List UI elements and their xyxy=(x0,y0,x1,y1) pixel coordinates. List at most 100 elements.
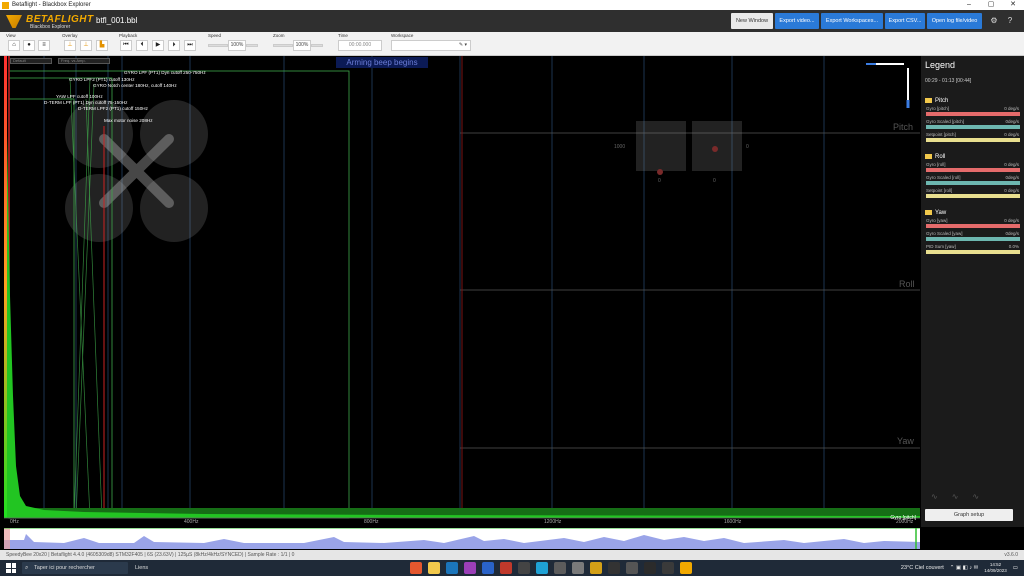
overlay-craft-icon[interactable]: ⊥ xyxy=(80,40,92,51)
spectrum-field-label: Gyro [pitch] xyxy=(890,515,916,521)
filter-label: GYRO Notch center 180Hz, cutoff 140Hz xyxy=(93,83,177,88)
close-button[interactable]: ✕ xyxy=(1002,0,1024,10)
log-timeline[interactable] xyxy=(4,528,920,549)
taskbar-news[interactable]: Liens xyxy=(135,560,148,576)
legend-tools[interactable]: ∿∿∿ xyxy=(931,492,993,501)
analyser-select-2[interactable]: Freq. vs Amp. xyxy=(58,58,110,64)
legend-item[interactable]: Gyro [yaw] 0 deg/s xyxy=(925,217,1020,230)
x-tick: 400Hz xyxy=(184,519,199,525)
explorer-icon[interactable] xyxy=(428,562,440,574)
app-icon[interactable] xyxy=(446,562,458,574)
open-log-button[interactable]: Open log file/video xyxy=(927,13,982,29)
app-icon[interactable] xyxy=(536,562,548,574)
legend-group-name: Roll xyxy=(935,153,946,160)
info-icon[interactable]: ● xyxy=(23,40,35,51)
legend-group-name: Pitch xyxy=(935,97,949,104)
stick-value: 0 xyxy=(713,178,716,184)
legend-group-pitch[interactable]: Pitch Gyro [pitch] 0 deg/s Gyro Scaled [p… xyxy=(925,96,1020,144)
overlay-sticks-icon[interactable]: ⊥ xyxy=(64,40,76,51)
betaflight-taskbar-icon[interactable] xyxy=(680,562,692,574)
step-forward-icon[interactable]: ⏵ xyxy=(168,40,180,51)
legend-item[interactable]: Gyro Scaled [roll] 0deg/s xyxy=(925,174,1020,187)
list-icon[interactable]: ≡ xyxy=(38,40,50,51)
play-icon[interactable]: ▶ xyxy=(152,40,164,51)
zoom-value[interactable]: 100% xyxy=(293,40,311,51)
app-icon[interactable] xyxy=(626,562,638,574)
spectrum-graph[interactable]: Default Freq. vs Amp. Arming beep begins… xyxy=(4,56,920,527)
app-icon[interactable] xyxy=(482,562,494,574)
speed-slider-track[interactable] xyxy=(246,44,258,47)
x-tick: 1600Hz xyxy=(724,519,742,525)
zoom-slider-track[interactable] xyxy=(311,44,323,47)
logo-subtitle: Blackbox Explorer xyxy=(30,24,71,30)
step-back-icon[interactable]: ⏴ xyxy=(136,40,148,51)
stick-value: 0 xyxy=(658,178,661,184)
app-icon[interactable] xyxy=(464,562,476,574)
legend-item[interactable]: PID Sum [yaw] 0.0% xyxy=(925,243,1020,256)
system-tray: 23°C Ciel couvert ⌃ ▣ ◧ ♪ ✉ 14:52 14/09/… xyxy=(901,560,1018,576)
legend-group-roll[interactable]: Roll Gyro [roll] 0 deg/s Gyro Scaled [rol… xyxy=(925,152,1020,200)
clock-date: 14/09/2023 xyxy=(984,568,1007,573)
betaflight-logo: BETAFLIGHT Blackbox Explorer xyxy=(6,13,93,30)
log-filename: btfl_001.bbl xyxy=(96,16,138,25)
minimize-button[interactable]: – xyxy=(958,0,980,10)
app-icon xyxy=(2,1,9,9)
taskbar-search[interactable]: ⌕ Taper ici pour rechercher xyxy=(22,562,128,574)
zoom-slider[interactable] xyxy=(273,44,293,47)
legend-group-yaw[interactable]: Yaw Gyro [yaw] 0 deg/s Gyro Scaled [yaw] 0… xyxy=(925,208,1020,256)
app-icon[interactable] xyxy=(590,562,602,574)
notification-icon[interactable]: ▭ xyxy=(1013,565,1018,571)
help-icon[interactable]: ? xyxy=(1004,15,1016,27)
speed-value[interactable]: 100% xyxy=(228,40,246,51)
home-icon[interactable]: ⌂ xyxy=(8,40,20,51)
overlay-label: Overlay xyxy=(62,33,78,38)
roll-label: Roll xyxy=(899,279,915,289)
legend-item[interactable]: Setpoint [roll] 0 deg/s xyxy=(925,187,1020,200)
legend-item[interactable]: Gyro [pitch] 0 deg/s xyxy=(925,105,1020,118)
app-icon[interactable] xyxy=(518,562,530,574)
legend-item[interactable]: Setpoint [pitch] 0 deg/s xyxy=(925,131,1020,144)
app-icon[interactable] xyxy=(608,562,620,574)
zoom-label: Zoom xyxy=(273,33,285,38)
chrome-icon[interactable] xyxy=(410,562,422,574)
legend-item[interactable]: Gyro Scaled [pitch] 0deg/s xyxy=(925,118,1020,131)
search-placeholder: Taper ici pour rechercher xyxy=(34,565,95,571)
folder-icon xyxy=(925,210,932,215)
overlay-analyser-icon[interactable]: ▙ xyxy=(96,40,108,51)
speed-slider[interactable] xyxy=(208,44,228,47)
window-controls: – ▢ ✕ xyxy=(958,0,1024,10)
jump-start-icon[interactable]: ⏮ xyxy=(120,40,132,51)
legend-panel: Legend 00:29 - 01:13 [00:44] Pitch Gyro … xyxy=(921,56,1024,527)
maximize-button[interactable]: ▢ xyxy=(980,0,1002,10)
new-window-button[interactable]: New Window xyxy=(731,13,773,29)
app-icon[interactable] xyxy=(554,562,566,574)
app-icon[interactable] xyxy=(500,562,512,574)
graph-setup-button[interactable]: Graph setup xyxy=(925,509,1013,521)
taskbar-apps xyxy=(410,562,692,574)
tray-icons[interactable]: ⌃ ▣ ◧ ♪ ✉ xyxy=(950,565,978,571)
weather-text[interactable]: 23°C Ciel couvert xyxy=(901,565,944,571)
app-icon[interactable] xyxy=(662,562,674,574)
time-label: Time xyxy=(338,33,348,38)
workspace-select[interactable]: ✎ ▾ xyxy=(391,40,471,51)
time-input[interactable]: 00:00.000 xyxy=(338,40,382,51)
filter-label: YAW LPF cutoff 100Hz xyxy=(56,94,103,99)
legend-item[interactable]: Gyro [roll] 0 deg/s xyxy=(925,161,1020,174)
jump-end-icon[interactable]: ⏭ xyxy=(184,40,196,51)
export-csv-button[interactable]: Export CSV... xyxy=(885,13,925,29)
legend-item[interactable]: Gyro Scaled [yaw] 0deg/s xyxy=(925,230,1020,243)
analyser-select-1[interactable]: Default xyxy=(10,58,52,64)
x-tick: 0Hz xyxy=(10,519,19,525)
window-title: Betaflight - Blackbox Explorer xyxy=(12,2,91,8)
app-icon[interactable] xyxy=(572,562,584,574)
app-icon[interactable] xyxy=(644,562,656,574)
x-tick: 1200Hz xyxy=(544,519,562,525)
export-video-button[interactable]: Export video... xyxy=(775,13,819,29)
clock[interactable]: 14:52 14/09/2023 xyxy=(984,562,1007,574)
x-tick: 800Hz xyxy=(364,519,379,525)
windows-start-icon[interactable] xyxy=(6,563,16,573)
gear-icon[interactable]: ⚙ xyxy=(988,15,1000,27)
export-workspaces-button[interactable]: Export Workspaces... xyxy=(821,13,883,29)
status-text: SpeedyBee 20x20 | Betaflight 4.4.0 (4605… xyxy=(6,552,295,558)
legend-title: Legend xyxy=(925,60,956,70)
